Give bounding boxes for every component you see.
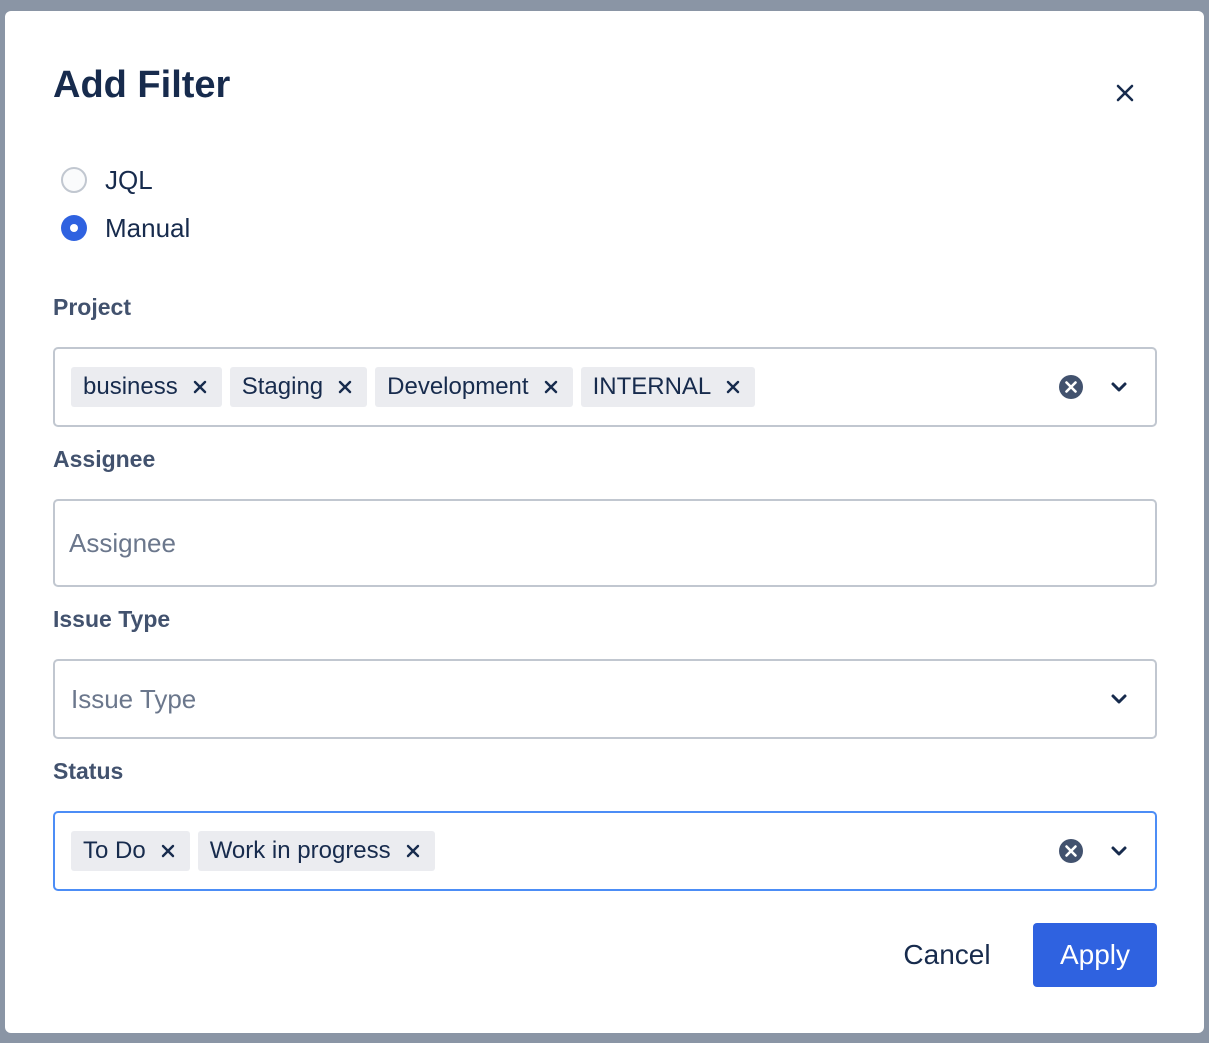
tag-remove-button[interactable]	[186, 373, 214, 401]
dropdown-button[interactable]	[1099, 831, 1139, 871]
close-icon	[727, 380, 740, 394]
apply-button[interactable]: Apply	[1033, 923, 1157, 987]
clear-circle-icon	[1059, 375, 1083, 399]
project-tag-label: Staging	[241, 373, 324, 400]
chevron-down-icon	[1111, 382, 1127, 392]
issue-type-label: Issue Type	[53, 606, 171, 632]
status-tags: To Do Work in progress	[55, 813, 1043, 889]
dropdown-button[interactable]	[1099, 367, 1139, 407]
dropdown-button[interactable]	[1099, 679, 1139, 719]
radio-label-manual: Manual	[105, 212, 191, 243]
status-tag-label: To Do	[83, 837, 146, 864]
tag-remove-button[interactable]	[399, 837, 427, 865]
status-select[interactable]: To Do Work in progress	[53, 811, 1157, 891]
assignee-placeholder: Assignee	[69, 527, 176, 558]
radio-button-jql[interactable]	[61, 167, 87, 193]
tag-remove-button[interactable]	[154, 837, 182, 865]
project-tag: Development	[375, 367, 573, 407]
clear-button[interactable]	[1051, 831, 1091, 871]
radio-option-manual[interactable]: Manual	[61, 211, 190, 245]
project-tags: business Staging Development INTERNAL	[55, 349, 1043, 425]
tag-remove-button[interactable]	[719, 373, 747, 401]
status-tag: Work in progress	[197, 831, 435, 871]
close-icon	[161, 844, 174, 858]
project-indicators	[1043, 349, 1155, 425]
radio-option-jql[interactable]: JQL	[61, 163, 153, 197]
close-icon	[544, 380, 557, 394]
project-tag: Staging	[229, 367, 368, 407]
tag-remove-button[interactable]	[331, 373, 359, 401]
project-tag-label: Development	[387, 373, 529, 400]
assignee-label: Assignee	[53, 446, 156, 472]
clear-button[interactable]	[1051, 367, 1091, 407]
radio-label-jql: JQL	[105, 164, 153, 195]
close-icon	[193, 380, 206, 394]
chevron-down-icon	[1111, 846, 1127, 856]
close-icon	[406, 844, 419, 858]
clear-circle-icon	[1059, 839, 1083, 863]
issue-type-select[interactable]: Issue Type	[53, 659, 1157, 739]
project-tag: business	[71, 367, 222, 407]
issue-type-indicators	[1091, 661, 1155, 737]
close-icon	[1116, 84, 1134, 102]
close-icon	[338, 380, 352, 394]
add-filter-dialog: Add Filter JQL Manual Project business S…	[5, 11, 1204, 1033]
chevron-down-icon	[1111, 694, 1127, 704]
project-select[interactable]: business Staging Development INTERNAL	[53, 347, 1157, 427]
close-button[interactable]	[1109, 77, 1141, 109]
cancel-button[interactable]: Cancel	[889, 923, 1005, 987]
status-label: Status	[53, 758, 124, 784]
tag-remove-button[interactable]	[537, 373, 565, 401]
project-tag-label: business	[83, 373, 178, 400]
status-tag: To Do	[71, 831, 190, 871]
project-tag-label: INTERNAL	[592, 373, 712, 400]
assignee-input[interactable]: Assignee	[53, 499, 1157, 587]
dialog-title: Add Filter	[53, 64, 231, 106]
issue-type-placeholder: Issue Type	[71, 683, 197, 714]
status-indicators	[1043, 813, 1155, 889]
radio-button-manual[interactable]	[61, 215, 87, 241]
project-label: Project	[53, 294, 131, 320]
project-tag: INTERNAL	[580, 367, 756, 407]
status-tag-label: Work in progress	[209, 837, 391, 864]
